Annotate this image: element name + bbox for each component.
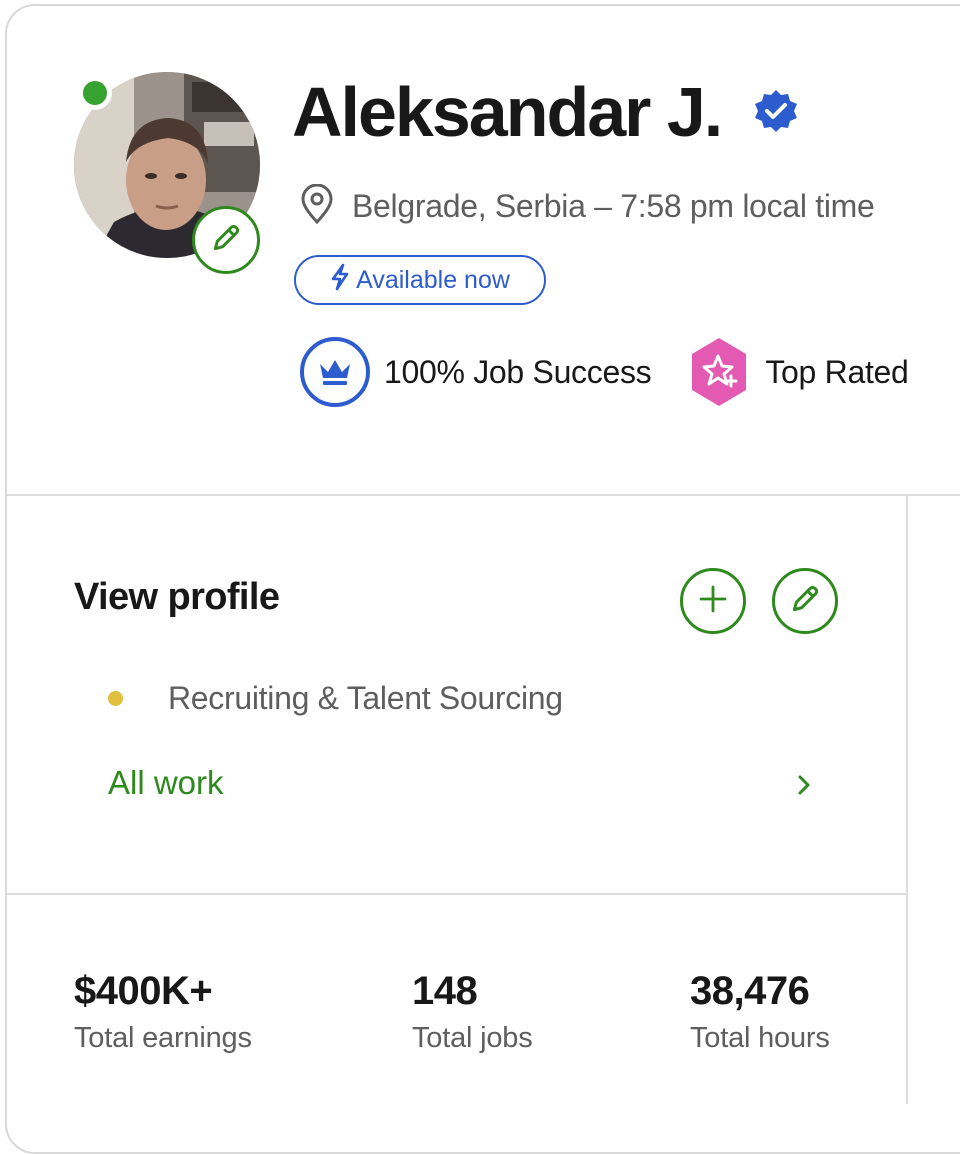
section-title: View profile [74, 576, 280, 618]
pencil-icon [789, 583, 821, 620]
location-pin-icon [300, 183, 334, 229]
job-success-badge: 100% Job Success [384, 353, 652, 390]
location-text: Belgrade, Serbia – 7:58 pm local time [352, 188, 875, 224]
column-divider [906, 496, 908, 1104]
stat-total-hours: 38,476 Total hours [690, 966, 830, 1055]
stat-label: Total hours [690, 1022, 830, 1054]
badge-row: 100% Job Success Top Rated [300, 336, 909, 408]
edit-profile-button[interactable] [772, 568, 838, 634]
stat-value: $400K+ [74, 969, 213, 1013]
all-work-link[interactable]: All work [108, 764, 224, 802]
availability-label: Available now [356, 265, 510, 294]
verified-badge-icon [752, 88, 800, 136]
lightning-icon [330, 263, 356, 298]
chevron-right-icon[interactable] [794, 772, 814, 798]
stat-label: Total jobs [412, 1022, 533, 1054]
specialty-dot [108, 691, 123, 706]
header-divider [7, 494, 960, 496]
availability-badge[interactable]: Available now [294, 255, 546, 305]
stat-value: 38,476 [690, 969, 810, 1013]
star-badge-icon [687, 336, 751, 408]
freelancer-name: Aleksandar J. [292, 73, 723, 151]
online-status-indicator [78, 76, 112, 110]
edit-photo-button[interactable] [192, 206, 260, 274]
stat-total-jobs: 148 Total jobs [412, 966, 533, 1055]
crown-icon [300, 337, 370, 407]
add-specialty-button[interactable] [680, 568, 746, 634]
location-line: Belgrade, Serbia – 7:58 pm local time [300, 183, 875, 229]
stat-total-earnings: $400K+ Total earnings [74, 966, 252, 1055]
plus-icon [698, 584, 728, 619]
specialty-label: Recruiting & Talent Sourcing [168, 680, 563, 716]
top-rated-badge: Top Rated [765, 353, 909, 390]
pencil-icon [210, 222, 242, 259]
stats-divider [7, 893, 907, 895]
stat-value: 148 [412, 969, 478, 1013]
stat-label: Total earnings [74, 1022, 252, 1054]
specialty-item[interactable]: Recruiting & Talent Sourcing [108, 680, 563, 717]
